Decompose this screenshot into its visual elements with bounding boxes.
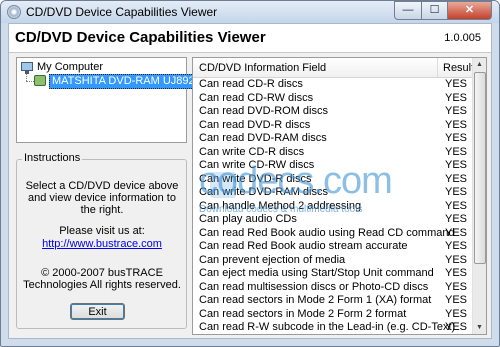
computer-icon — [21, 62, 33, 74]
row-field: Can write DVD-R discs — [199, 172, 312, 185]
vertical-scrollbar[interactable]: ▲ ▼ — [472, 58, 486, 334]
row-field: Can prevent ejection of media — [199, 253, 346, 266]
table-row[interactable]: Can read DVD-RAM discs YES — [193, 132, 475, 146]
list-rows: Can read CD-R discs YES Can read CD-RW dis… — [193, 78, 475, 334]
row-result: YES — [445, 159, 468, 172]
tree-item-device[interactable]: MATSHITA DVD-RAM UJ892AS — [49, 74, 213, 89]
row-result: YES — [445, 213, 468, 226]
capabilities-list[interactable]: CD/DVD Information Field Result Can read… — [192, 57, 487, 335]
row-field: Can read CD-RW discs — [199, 91, 314, 104]
row-result: YES — [445, 307, 468, 320]
row-field: Can read sectors in Mode 2 Form 2 format — [199, 307, 407, 320]
scroll-thumb[interactable] — [474, 72, 486, 264]
app-window: CD/DVD Device Capabilities Viewer — ☐ ✕ … — [0, 0, 500, 347]
table-row[interactable]: Can read sectors in Mode 2 Form 1 (XA) f… — [193, 294, 475, 308]
row-result: YES — [445, 280, 468, 293]
row-result: YES — [445, 321, 468, 334]
row-result: YES — [445, 186, 468, 199]
table-row[interactable]: Can write DVD-R discs YES — [193, 173, 475, 187]
app-header: CD/DVD Device Capabilities Viewer 1.0.00… — [9, 24, 491, 53]
scroll-up-icon[interactable]: ▲ — [473, 58, 486, 71]
row-result: YES — [445, 132, 468, 145]
tree-connector — [26, 74, 27, 81]
row-field: Can write CD-R discs — [199, 145, 305, 158]
column-header-field[interactable]: CD/DVD Information Field — [199, 62, 326, 74]
disc-icon — [7, 5, 21, 19]
close-button[interactable]: ✕ — [447, 1, 492, 20]
client-area: CD/DVD Device Capabilities Viewer 1.0.00… — [8, 23, 492, 339]
window-title: CD/DVD Device Capabilities Viewer — [26, 5, 218, 19]
table-row[interactable]: Can read DVD-ROM discs YES — [193, 105, 475, 119]
website-link[interactable]: http://www.bustrace.com — [22, 238, 182, 250]
column-divider[interactable] — [437, 58, 438, 77]
row-result: YES — [445, 240, 468, 253]
row-field: Can write DVD-RAM discs — [199, 186, 328, 199]
row-result: YES — [445, 253, 468, 266]
table-row[interactable]: Can write CD-RW discs YES — [193, 159, 475, 173]
row-field: Can read sectors in Mode 2 Form 1 (XA) f… — [199, 294, 432, 307]
table-row[interactable]: Can handle Method 2 addressing YES — [193, 200, 475, 214]
list-header: CD/DVD Information Field Result — [193, 58, 475, 78]
table-row[interactable]: Can play audio CDs YES — [193, 213, 475, 227]
visit-label: Please visit us at: — [59, 225, 145, 237]
table-row[interactable]: Can read CD-R discs YES — [193, 78, 475, 92]
column-header-result[interactable]: Result — [443, 62, 474, 74]
table-row[interactable]: Can read DVD-R discs YES — [193, 119, 475, 133]
tree-connector — [26, 81, 34, 82]
row-result: YES — [445, 294, 468, 307]
row-field: Can read multisession discs or Photo-CD … — [199, 280, 429, 293]
version-label: 1.0.005 — [444, 32, 481, 44]
row-result: YES — [445, 199, 468, 212]
row-field: Can read DVD-R discs — [199, 118, 311, 131]
table-row[interactable]: Can write DVD-RAM discs YES — [193, 186, 475, 200]
row-result: YES — [445, 172, 468, 185]
row-field: Can write CD-RW discs — [199, 159, 315, 172]
row-field: Can read DVD-ROM discs — [199, 105, 328, 118]
row-result: YES — [445, 78, 468, 90]
table-row[interactable]: Can write CD-R discs YES — [193, 146, 475, 160]
table-row[interactable]: Can read Red Book audio using Read CD co… — [193, 227, 475, 241]
copyright-text: © 2000-2007 busTRACE Technologies All ri… — [23, 267, 181, 291]
table-row[interactable]: Can read multisession discs or Photo-CD … — [193, 281, 475, 295]
table-row[interactable]: Can prevent ejection of media YES — [193, 254, 475, 268]
instructions-text: Select a CD/DVD device above and view de… — [25, 180, 179, 216]
table-row[interactable]: Can read CD-RW discs YES — [193, 92, 475, 106]
app-title: CD/DVD Device Capabilities Viewer — [15, 29, 266, 46]
title-bar[interactable]: CD/DVD Device Capabilities Viewer — ☐ ✕ — [1, 1, 499, 23]
row-field: Can read Red Book audio using Read CD co… — [199, 226, 455, 239]
table-row[interactable]: Can read R-W subcode in the Lead-in (e.g… — [193, 321, 475, 334]
row-field: Can eject media using Start/Stop Unit co… — [199, 267, 434, 280]
row-result: YES — [445, 91, 468, 104]
row-result: YES — [445, 145, 468, 158]
row-result: YES — [445, 105, 468, 118]
table-row[interactable]: Can read Red Book audio stream accurate Y… — [193, 240, 475, 254]
tree-root-label: My Computer — [37, 61, 104, 73]
row-field: Can read Red Book audio stream accurate — [199, 240, 408, 253]
row-field: Can read DVD-RAM discs — [199, 132, 327, 145]
minimize-button[interactable]: — — [394, 1, 422, 20]
row-result: YES — [445, 267, 468, 280]
scroll-down-icon[interactable]: ▼ — [473, 321, 486, 334]
exit-button[interactable]: Exit — [70, 303, 125, 320]
row-field: Can read CD-R discs — [199, 78, 303, 90]
row-field: Can play audio CDs — [199, 213, 297, 226]
table-row[interactable]: Can read sectors in Mode 2 Form 2 format… — [193, 308, 475, 322]
drive-icon — [34, 75, 46, 86]
row-field: Can read R-W subcode in the Lead-in (e.g… — [199, 321, 456, 334]
instructions-title: Instructions — [22, 152, 83, 164]
device-tree[interactable]: My Computer MATSHITA DVD-RAM UJ892AS — [16, 57, 213, 143]
row-field: Can handle Method 2 addressing — [199, 199, 362, 212]
maximize-button[interactable]: ☐ — [421, 1, 448, 20]
row-result: YES — [445, 118, 468, 131]
table-row[interactable]: Can eject media using Start/Stop Unit co… — [193, 267, 475, 281]
row-result: YES — [445, 226, 468, 239]
